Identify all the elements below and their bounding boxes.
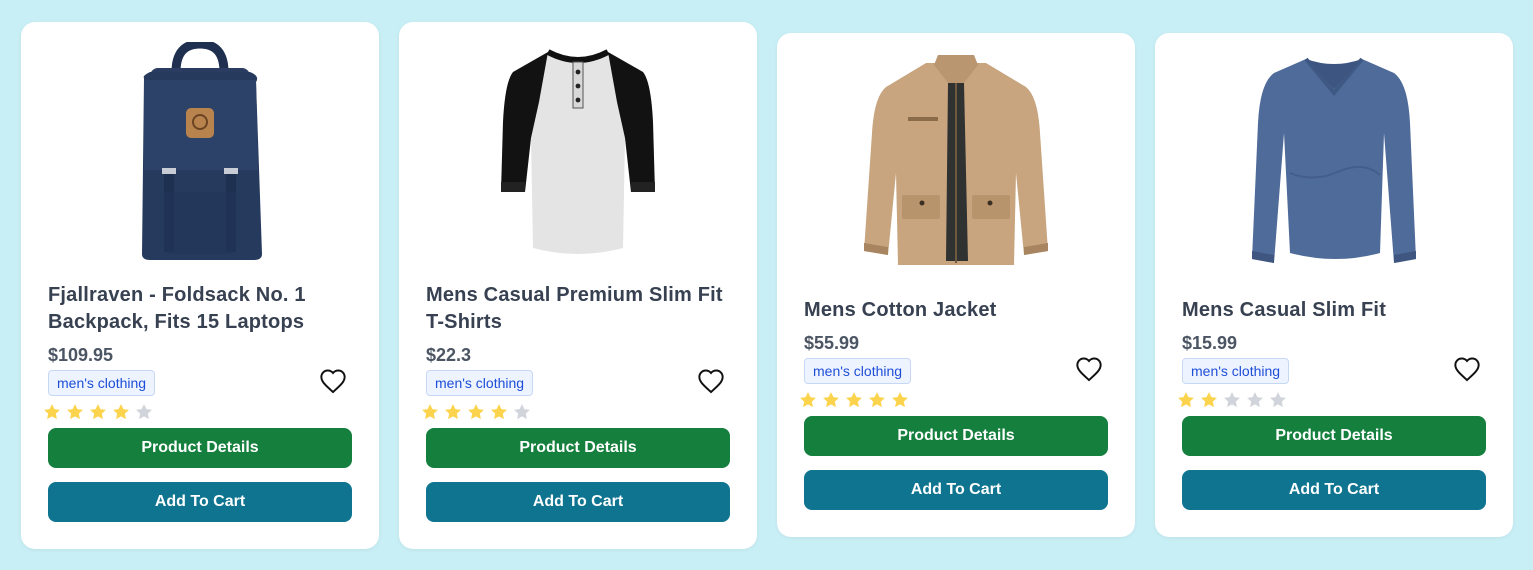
star-empty-icon <box>1247 392 1263 408</box>
backpack-image <box>142 41 262 260</box>
product-grid: Fjallraven - Foldsack No. 1 Backpack, Fi… <box>0 0 1533 570</box>
rating-stars <box>798 390 1108 410</box>
heart-icon[interactable] <box>1452 354 1482 384</box>
product-title: Mens Cotton Jacket <box>804 299 997 321</box>
add-to-cart-button[interactable]: Add To Cart <box>1182 470 1486 510</box>
star-empty-icon <box>136 403 152 419</box>
star-filled-icon <box>846 392 862 408</box>
category-favorite-row: men's clothing <box>426 369 730 396</box>
product-card: Mens Casual Slim Fit $15.99 men's clothi… <box>1155 33 1513 537</box>
add-to-cart-button[interactable]: Add To Cart <box>804 470 1108 510</box>
product-details-button[interactable]: Product Details <box>804 416 1108 456</box>
product-image[interactable] <box>48 36 352 268</box>
product-image[interactable] <box>804 47 1108 279</box>
star-filled-icon <box>800 392 816 408</box>
product-price: $15.99 <box>1182 333 1238 353</box>
star-filled-icon <box>823 392 839 408</box>
raglan-tshirt-image <box>501 48 655 254</box>
product-details-button[interactable]: Product Details <box>48 427 352 468</box>
star-filled-icon <box>422 403 438 419</box>
rating-stars <box>420 402 730 422</box>
product-price: $109.95 <box>48 344 114 365</box>
heart-icon[interactable] <box>318 366 348 396</box>
star-filled-icon <box>90 403 106 419</box>
category-badge: men's clothing <box>426 369 534 396</box>
jacket-image <box>864 55 1048 265</box>
star-empty-icon <box>1270 392 1286 408</box>
star-filled-icon <box>892 392 908 408</box>
product-title: Mens Casual Slim Fit <box>1182 299 1387 321</box>
rating-stars <box>1176 390 1486 410</box>
heart-icon[interactable] <box>1074 354 1104 384</box>
add-to-cart-button[interactable]: Add To Cart <box>48 481 352 522</box>
product-image[interactable] <box>1182 47 1486 279</box>
product-details-button[interactable]: Product Details <box>426 427 730 468</box>
heart-icon[interactable] <box>696 366 726 396</box>
rating-stars <box>42 402 352 422</box>
star-filled-icon <box>1178 392 1194 408</box>
star-filled-icon <box>869 392 885 408</box>
product-image[interactable] <box>426 36 730 268</box>
star-filled-icon <box>113 403 129 419</box>
star-filled-icon <box>67 403 83 419</box>
star-filled-icon <box>491 403 507 419</box>
category-favorite-row: men's clothing <box>48 369 352 396</box>
star-filled-icon <box>1201 392 1217 408</box>
product-title: Fjallraven - Foldsack No. 1 Backpack, Fi… <box>48 283 306 333</box>
long-sleeve-shirt-image <box>1252 57 1416 263</box>
product-price: $55.99 <box>804 333 860 353</box>
category-badge: men's clothing <box>48 369 156 396</box>
product-card: Mens Cotton Jacket $55.99 men's clothing… <box>777 33 1135 537</box>
star-empty-icon <box>1224 392 1240 408</box>
category-favorite-row: men's clothing <box>1182 357 1486 384</box>
product-title: Mens Casual Premium Slim Fit T-Shirts <box>426 283 723 333</box>
star-filled-icon <box>445 403 461 419</box>
add-to-cart-button[interactable]: Add To Cart <box>426 481 730 522</box>
product-card: Mens Casual Premium Slim Fit T-Shirts $2… <box>399 21 757 549</box>
star-empty-icon <box>514 403 530 419</box>
category-badge: men's clothing <box>1182 358 1290 384</box>
product-card: Fjallraven - Foldsack No. 1 Backpack, Fi… <box>21 21 379 549</box>
category-favorite-row: men's clothing <box>804 357 1108 384</box>
product-price: $22.3 <box>426 344 472 365</box>
star-filled-icon <box>468 403 484 419</box>
star-filled-icon <box>44 403 60 419</box>
category-badge: men's clothing <box>804 358 912 384</box>
product-details-button[interactable]: Product Details <box>1182 416 1486 456</box>
